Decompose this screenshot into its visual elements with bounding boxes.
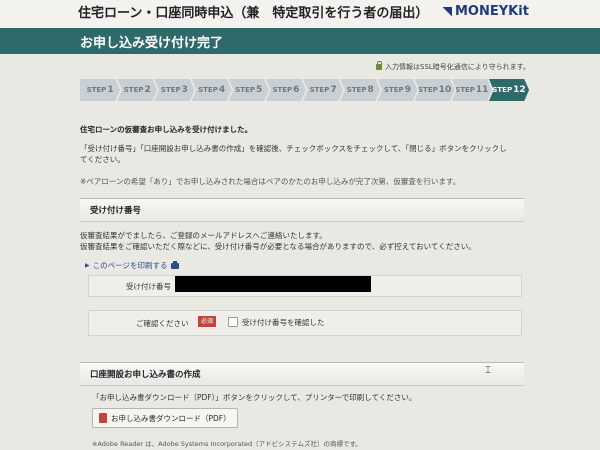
step-prefix: STEP [492,86,513,94]
receipt-desc-2: 仮審査結果をご確認いただく際などに、受け付け番号が必要となる場合がありますので、… [80,242,476,251]
step-number: 11 [475,85,489,95]
pdf-icon [99,413,107,423]
step-prefix: STEP [86,86,107,94]
intro-heading: 住宅ローンの仮審査お申し込みを受け付けました。 [80,125,253,134]
account-section-title: 口座開設お申し込み書の作成 [90,370,201,380]
step-number: 8 [367,85,374,95]
account-section-header: 口座開設お申し込み書の作成 [80,362,524,386]
step-9: STEP 9 [377,79,418,101]
confirm-receipt-checkbox[interactable] [228,317,238,327]
step-10: STEP 10 [414,79,455,101]
app-header: 住宅ローン・口座同時申込（兼 特定取引を行う者の届出） MONEYKit [0,0,600,28]
step-prefix: STEP [198,86,218,94]
step-prefix: STEP [235,86,255,94]
step-3: STEP 3 [154,79,195,101]
required-badge: 必須 [198,316,216,327]
step-2: STEP 2 [117,79,158,101]
page-title-bar: お申し込み受け付け完了 [0,28,600,54]
print-page-link[interactable]: ▶ このページを印刷する [85,260,180,271]
step-prefix: STEP [418,86,438,94]
brand-name: MONEYKit [455,4,529,19]
step-prefix: STEP [160,86,181,94]
printer-icon [171,260,180,269]
step-number: 6 [293,85,300,95]
confirm-label: ご確認ください [136,319,189,328]
step-number: 7 [330,85,337,95]
receipt-number-label: 受け付け番号 [126,282,171,291]
step-12: STEP 12 [488,79,530,101]
account-desc: 「お申し込み書ダウンロード（PDF）」ボタンをクリックして、プリンターで印刷して… [92,393,417,402]
intro-line-2: てください。 [80,155,125,164]
print-page-link-text: このページを印刷する [92,261,168,270]
adobe-footnote: ※Adobe Reader は、Adobe Systems Incorporat… [92,440,362,448]
step-number: 4 [218,85,226,95]
step-prefix: STEP [309,86,330,94]
intro-line-1: 「受け付け番号」「口座開設お申し込み書の作成」を確認後、チェックボックスをチェッ… [80,144,507,153]
download-pdf-label: お申し込み書ダウンロード（PDF） [111,413,231,423]
step-11: STEP 11 [451,79,492,101]
step-6: STEP 6 [265,79,307,101]
arrow-right-icon: ▶ [85,262,90,269]
step-prefix: STEP [272,86,293,94]
step-prefix: STEP [346,86,367,94]
receipt-desc-1: 仮審査結果がでましたら、ご登録のメールアドレスへご連絡いたします。 [80,231,327,240]
confirm-checkbox-label[interactable]: 受け付け番号を確認した [242,317,325,328]
step-4: STEP 4 [191,79,232,101]
receipt-number-value-redacted [175,276,371,292]
receipt-section-header: 受け付け番号 [80,198,524,222]
step-number: 12 [513,85,526,95]
page-title: お申し込み受け付け完了 [80,36,224,51]
step-5: STEP 5 [228,79,269,101]
step-8: STEP 8 [340,79,381,101]
download-pdf-button[interactable]: お申し込み書ダウンロード（PDF） [92,408,238,428]
step-number: 2 [144,85,151,95]
step-number: 9 [404,85,411,95]
step-prefix: STEP [123,86,144,94]
ssl-notice-text: 入力情報はSSL暗号化通信により守られます。 [385,63,530,71]
step-number: 3 [181,85,188,95]
step-number: 1 [107,85,114,95]
step-1: STEP 1 [80,79,121,101]
step-progress: STEP 1 STEP 2 STEP 3 STEP 4 STEP 5 STEP 6 STEP 7 STEP 8… [80,79,530,101]
step-number: 5 [256,85,263,95]
step-7: STEP 7 [303,79,344,101]
step-prefix: STEP [383,86,404,94]
step-prefix: STEP [455,86,475,94]
header-title: 住宅ローン・口座同時申込（兼 特定取引を行う者の届出） [78,6,429,21]
ssl-notice: 入力情報はSSL暗号化通信により守られます。 [376,61,530,72]
pair-loan-note: ※ペアローンの希望「あり」でお申し込みされた場合はペアのかたのお申し込みが完了次… [80,177,461,186]
step-number: 10 [438,85,452,95]
receipt-section-title: 受け付け番号 [90,206,142,216]
brand-mark-icon [442,6,452,17]
mouse-cursor-icon: ⌶ [485,365,491,376]
lock-icon [376,61,382,70]
brand-logo: MONEYKit [442,4,529,19]
